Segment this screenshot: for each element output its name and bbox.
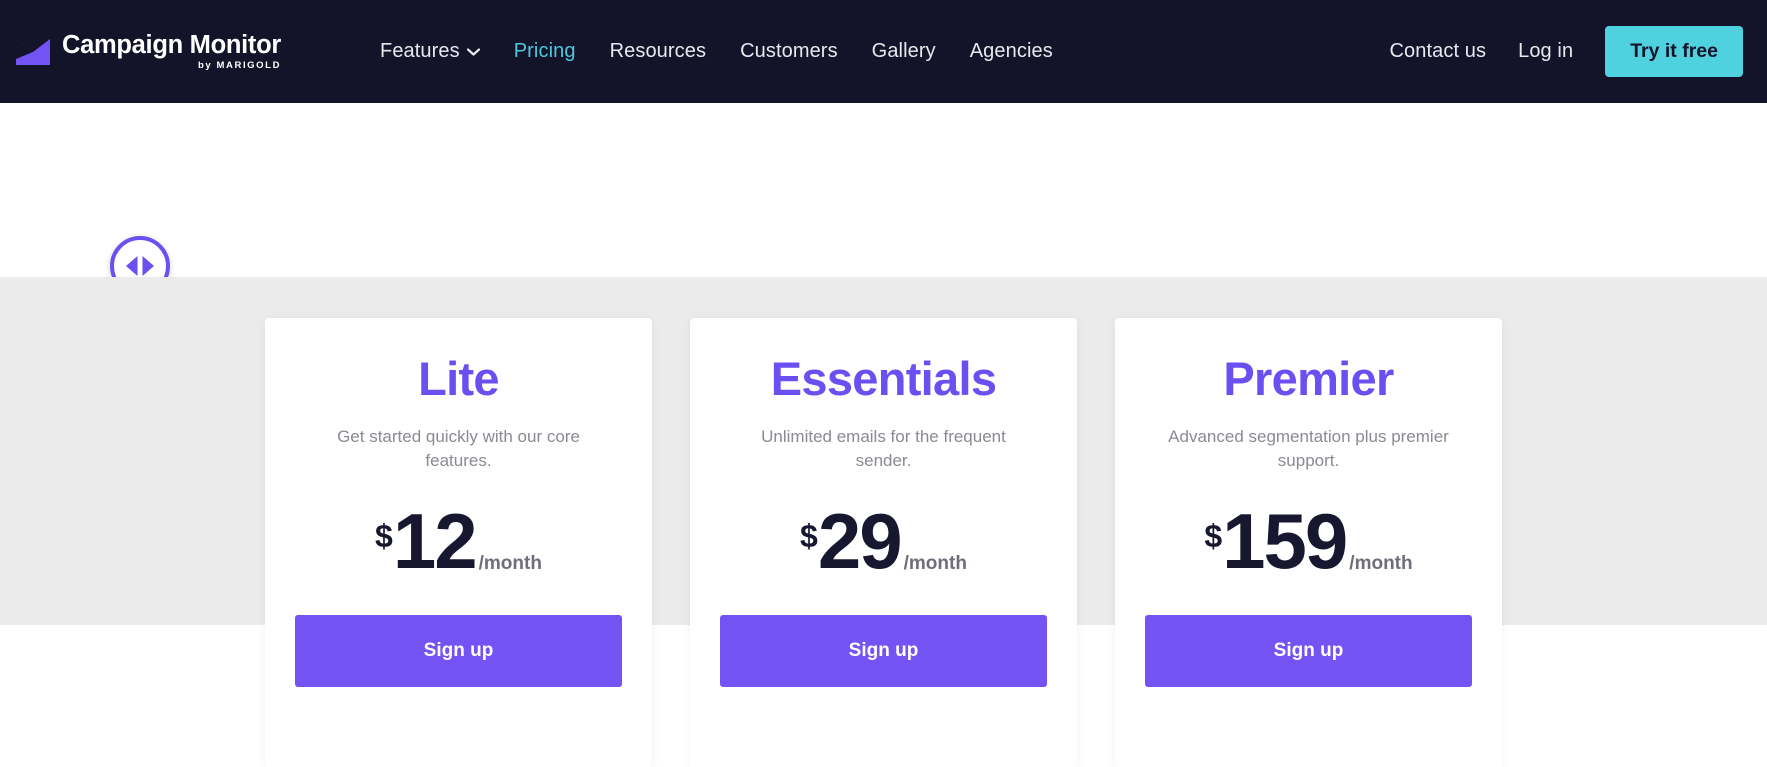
plan-name: Lite (418, 352, 499, 405)
plan-description: Unlimited emails for the frequent sender… (761, 427, 1006, 471)
site-header: Campaign Monitor by MARIGOLD Features Pr… (0, 0, 1767, 108)
secondary-navigation: Contact us Log in Try it free (1390, 26, 1767, 77)
sign-up-button[interactable]: Sign up (720, 614, 1047, 687)
nav-item-customers[interactable]: Customers (740, 40, 838, 63)
plan-name: Essentials (770, 352, 997, 405)
plan-description: Get started quickly with our core featur… (337, 427, 580, 471)
plan-price: $ 29 /month (800, 496, 967, 585)
plan-name: Premier (1223, 352, 1394, 405)
site-logo[interactable]: Campaign Monitor by MARIGOLD (16, 30, 366, 71)
nav-item-agencies[interactable]: Agencies (970, 40, 1053, 63)
pricing-card-lite: Lite Get started quickly with our core f… (265, 318, 652, 767)
sign-up-button[interactable]: Sign up (1145, 614, 1472, 687)
sign-up-button[interactable]: Sign up (295, 614, 622, 687)
price-amount: 29 (817, 496, 903, 585)
price-period: /month (1349, 552, 1413, 574)
envelope-logo-icon (16, 38, 50, 65)
price-period: /month (903, 552, 967, 574)
plan-price: $ 159 /month (1204, 496, 1413, 585)
plan-description: Advanced segmentation plus premier suppo… (1168, 427, 1449, 471)
price-amount: 159 (1222, 496, 1348, 585)
primary-navigation: Features Pricing Resources Customers Gal… (380, 40, 1053, 63)
subscriber-slider-section: MORE THAN 50,000 » (0, 103, 1767, 296)
price-amount: 12 (392, 496, 478, 585)
logo-text-wrap: Campaign Monitor by MARIGOLD (62, 30, 282, 71)
nav-item-contact-us[interactable]: Contact us (1390, 40, 1487, 63)
left-right-arrows-icon (126, 256, 154, 276)
nav-item-features-label: Features (380, 40, 460, 62)
price-currency-symbol: $ (800, 517, 818, 554)
nav-item-pricing[interactable]: Pricing (514, 40, 576, 63)
nav-item-gallery[interactable]: Gallery (872, 40, 936, 63)
pricing-card-premier: Premier Advanced segmentation plus premi… (1115, 318, 1502, 767)
price-currency-symbol: $ (1204, 517, 1223, 554)
logo-brand-text: Campaign Monitor (62, 30, 282, 59)
pricing-page: Campaign Monitor by MARIGOLD Features Pr… (0, 0, 1767, 767)
price-currency-symbol: $ (375, 517, 393, 554)
nav-item-features[interactable]: Features (380, 40, 480, 63)
pricing-cards-container: Lite Get started quickly with our core f… (0, 318, 1767, 767)
price-period: /month (478, 552, 542, 574)
logo-byline-text: by MARIGOLD (197, 60, 282, 71)
try-it-free-button[interactable]: Try it free (1605, 26, 1743, 77)
nav-item-resources[interactable]: Resources (610, 40, 707, 63)
pricing-plans-section: Lite Get started quickly with our core f… (0, 277, 1767, 767)
chevron-down-icon (466, 47, 480, 56)
nav-item-log-in[interactable]: Log in (1518, 40, 1573, 63)
plan-price: $ 12 /month (375, 496, 542, 585)
pricing-card-essentials: Essentials Unlimited emails for the freq… (690, 318, 1077, 767)
